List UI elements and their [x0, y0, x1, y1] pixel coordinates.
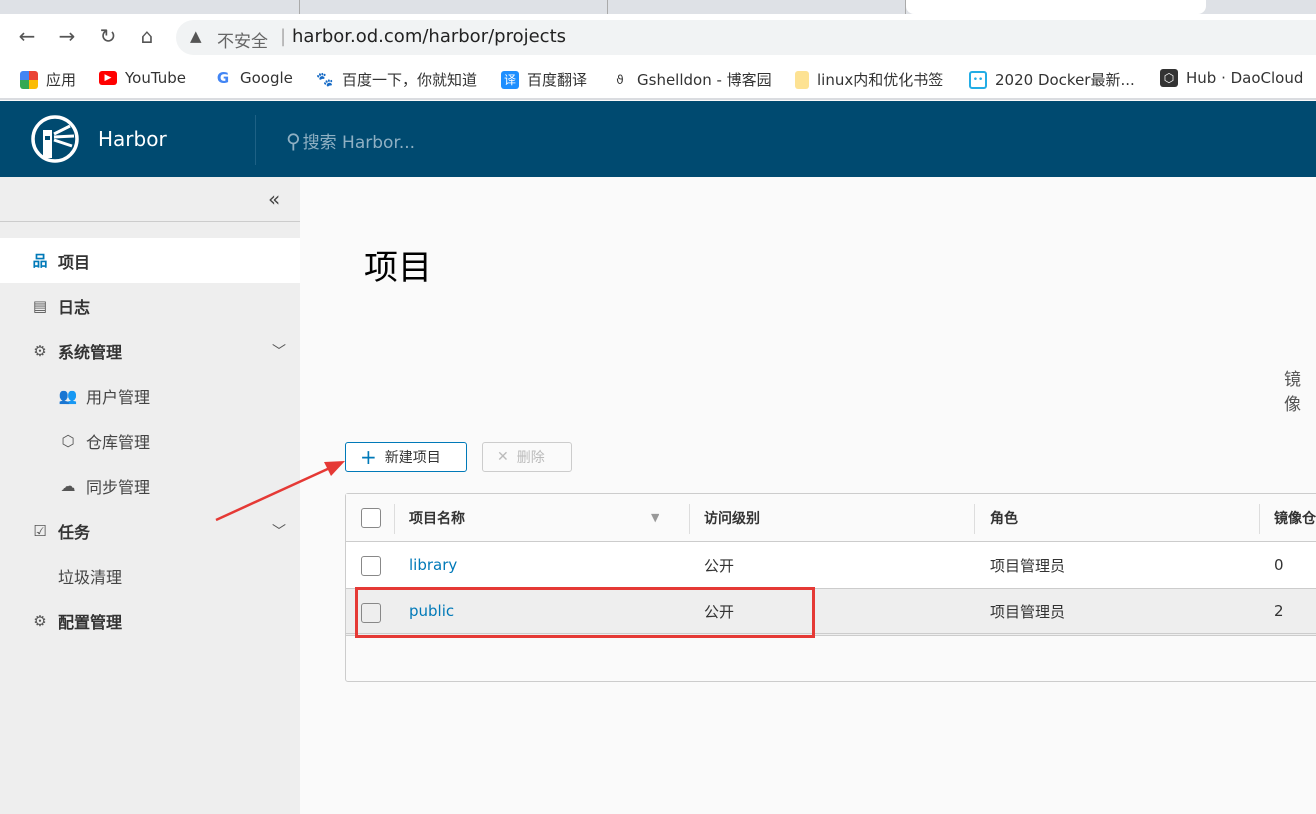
global-search[interactable]: ⚲ 搜索 Harbor... [286, 128, 415, 154]
bookmark-label: Gshelldon - 博客园 [637, 71, 772, 89]
home-icon[interactable]: ⌂ [135, 24, 159, 48]
warning-icon[interactable]: ▲ [190, 27, 202, 45]
button-label: 删除 [516, 450, 545, 466]
sidebar-item-label: 用户管理 [86, 387, 151, 407]
browser-tab-strip [0, 0, 1316, 14]
role: 项目管理员 [990, 602, 1066, 621]
search-input[interactable]: 搜索 Harbor... [303, 128, 415, 153]
browser-tab-active[interactable] [906, 0, 1206, 14]
collapse-sidebar-icon[interactable]: « [268, 187, 280, 211]
page-title: 项目 [364, 248, 432, 288]
logs-icon: ▤ [32, 296, 48, 315]
bookmark-label: 百度一下，你就知道 [342, 71, 478, 89]
sidebar-divider [0, 221, 300, 222]
repo-count: 2 [1274, 602, 1284, 620]
bookmark-daocloud[interactable]: ⬡ Hub · DaoCloud [1160, 69, 1303, 87]
users-icon: 👥 [58, 386, 78, 405]
bookmark-label: 百度翻译 [527, 71, 588, 89]
gear-icon: ⚙ [33, 611, 47, 630]
sidebar-item-label: 项目 [58, 252, 91, 272]
bookmark-label: YouTube [125, 69, 186, 87]
daocloud-icon: ⬡ [1160, 69, 1178, 87]
replication-icon: ☁ [60, 476, 76, 495]
harbor-logo-icon[interactable] [30, 114, 80, 168]
bookmark-label: Google [240, 69, 293, 87]
table-header: 项目名称 ▼ 访问级别 角色 镜像仓 [346, 494, 1316, 542]
back-icon[interactable]: ← [15, 24, 39, 48]
sidebar-item-label: 任务 [58, 522, 91, 542]
close-icon: ✕ [497, 449, 509, 465]
annotation-highlight-box [355, 587, 815, 638]
bookmark-baidu-translate[interactable]: 译百度翻译 [501, 69, 587, 90]
registry-icon: ⬡ [61, 431, 75, 450]
select-all-checkbox[interactable] [361, 508, 381, 528]
browser-tab[interactable] [0, 0, 300, 14]
apps-grid-icon [20, 70, 38, 89]
sidebar-item-label: 日志 [58, 297, 91, 317]
plus-icon: + [360, 445, 377, 469]
new-project-button[interactable]: + 新建项目 [345, 442, 467, 472]
forward-icon[interactable]: → [55, 24, 79, 48]
sidebar-item-label: 配置管理 [58, 612, 123, 632]
chevron-down-icon[interactable]: ﹀ [272, 341, 286, 361]
button-label: 新建项目 [384, 450, 441, 466]
cnblogs-icon: ϑ [616, 72, 624, 87]
row-checkbox[interactable] [361, 556, 381, 576]
bookmark-baidu[interactable]: 🐾 百度一下，你就知道 [316, 69, 477, 90]
delete-button[interactable]: ✕ 删除 [482, 442, 572, 472]
tasks-icon: ☑ [33, 521, 47, 540]
youtube-icon: ▶ [99, 71, 117, 85]
sidebar-item-config[interactable]: ⚙ 配置管理 [0, 598, 300, 643]
bilibili-icon: •• [969, 70, 987, 89]
search-icon: ⚲ [286, 128, 301, 153]
sidebar-item-logs[interactable]: ▤ 日志 [0, 283, 300, 328]
role: 项目管理员 [990, 556, 1066, 575]
sidebar-item-admin[interactable]: ⚙ 系统管理 ﹀ [0, 328, 300, 373]
sidebar-item-label: 垃圾清理 [58, 567, 123, 587]
reload-icon[interactable]: ↻ [96, 24, 120, 48]
baidu-translate-icon: 译 [501, 70, 519, 89]
column-header-access[interactable]: 访问级别 [704, 494, 760, 541]
admin-icon: ⚙ [33, 341, 47, 360]
projects-icon: 品 [32, 252, 48, 270]
url-text[interactable]: harbor.od.com/harbor/projects [292, 26, 566, 47]
sidebar-item-users[interactable]: 👥 用户管理 [0, 373, 300, 418]
bookmark-cnblogs[interactable]: ϑ Gshelldon - 博客园 [611, 69, 772, 90]
google-icon: G [216, 69, 230, 87]
annotation-arrow [215, 461, 345, 522]
table-row[interactable]: library 公开 项目管理员 0 [346, 542, 1316, 589]
bookmark-google[interactable]: G Google [214, 69, 293, 87]
column-header-name[interactable]: 项目名称 [409, 494, 465, 541]
bookmark-apps[interactable]: 应用 [20, 69, 76, 90]
sidebar-item-label: 系统管理 [58, 342, 123, 362]
sidebar-item-projects[interactable]: 品项目 [0, 238, 300, 283]
sidebar-item-label: 仓库管理 [86, 432, 151, 452]
bookmark-label: linux内和优化书签 [817, 71, 944, 89]
sidebar-item-label: 同步管理 [86, 477, 151, 497]
baidu-icon: 🐾 [316, 71, 334, 88]
bookmark-youtube[interactable]: ▶ YouTube [99, 69, 186, 87]
separator: | [280, 26, 287, 47]
folder-icon [795, 70, 809, 89]
browser-tab[interactable] [300, 0, 608, 14]
column-header-role[interactable]: 角色 [990, 494, 1018, 541]
sidebar-item-gc[interactable]: 垃圾清理 [0, 553, 300, 598]
browser-tab[interactable] [608, 0, 906, 14]
bookmark-folder[interactable]: linux内和优化书签 [795, 69, 943, 90]
access-level: 公开 [704, 556, 735, 575]
column-header-repos[interactable]: 镜像仓 [1274, 494, 1316, 541]
bookmark-label: 2020 Docker最新... [995, 71, 1135, 89]
app-header [0, 101, 1316, 177]
brand-name[interactable]: Harbor [98, 127, 167, 151]
filter-icon[interactable]: ▼ [651, 494, 659, 541]
bookmark-label: 应用 [46, 71, 77, 89]
security-label[interactable]: 不安全 [217, 27, 268, 52]
bookmark-label: Hub · DaoCloud [1186, 69, 1304, 87]
bookmark-bilibili[interactable]: •• 2020 Docker最新... [969, 69, 1135, 90]
summary-label: 镜像 [1284, 370, 1301, 415]
repo-count: 0 [1274, 556, 1284, 574]
header-divider [255, 115, 256, 165]
project-link[interactable]: library [409, 556, 457, 574]
